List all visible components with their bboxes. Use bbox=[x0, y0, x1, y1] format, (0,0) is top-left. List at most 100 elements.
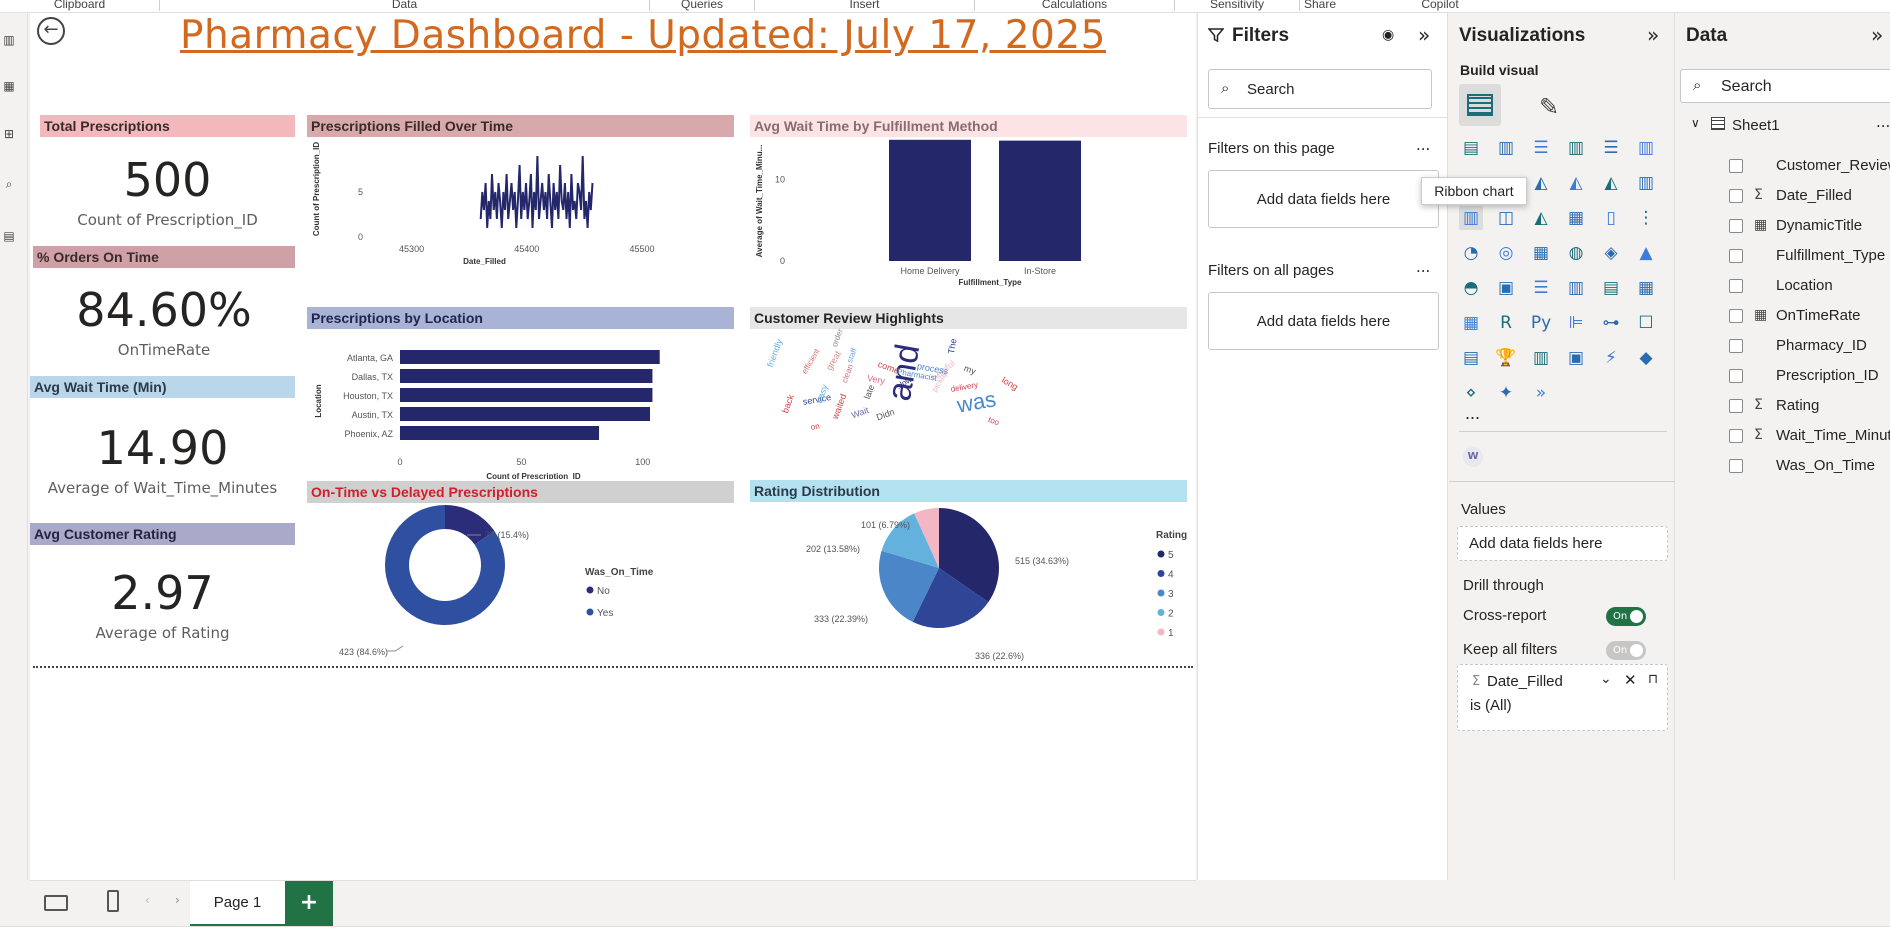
field-checkbox[interactable] bbox=[1729, 429, 1743, 443]
field-checkbox[interactable] bbox=[1729, 339, 1743, 353]
visual-type-icon[interactable]: ▣ bbox=[1494, 276, 1518, 300]
visual-type-icon[interactable]: ▦ bbox=[1459, 311, 1483, 335]
word-cloud-icon[interactable]: W bbox=[1463, 447, 1483, 467]
data-search-input[interactable]: ⌕ Search bbox=[1680, 69, 1890, 103]
table-more-icon[interactable]: ... bbox=[1876, 113, 1890, 131]
ribbon-group-copilot[interactable]: Copilot bbox=[1385, 0, 1495, 11]
kpi-card-total-prescriptions[interactable]: 500 Count of Prescription_ID bbox=[40, 153, 295, 229]
field-checkbox[interactable] bbox=[1729, 189, 1743, 203]
visual-type-icon[interactable]: Py bbox=[1529, 311, 1553, 335]
visual-type-icon[interactable]: ▣ bbox=[1564, 346, 1588, 370]
chevron-down-icon[interactable]: ⌄ bbox=[1600, 671, 1612, 687]
eye-icon[interactable]: ◉ bbox=[1382, 27, 1394, 43]
field-checkbox[interactable] bbox=[1729, 159, 1743, 173]
visual-type-icon[interactable]: ▦ bbox=[1634, 276, 1658, 300]
visual-type-icon[interactable]: ▤ bbox=[1459, 346, 1483, 370]
visual-type-icon[interactable]: ⋮ bbox=[1634, 206, 1658, 230]
visual-type-icon[interactable]: ✦ bbox=[1494, 381, 1518, 405]
model-view-icon[interactable]: ⊞ bbox=[0, 123, 18, 145]
visual-type-icon[interactable]: ◫ bbox=[1494, 206, 1518, 230]
visual-type-icon[interactable]: ⊶ bbox=[1599, 311, 1623, 335]
visual-type-icon[interactable]: ◎ bbox=[1494, 241, 1518, 265]
visual-type-icon[interactable]: ▥ bbox=[1634, 136, 1658, 160]
ribbon-group-clipboard[interactable]: Clipboard bbox=[0, 0, 160, 11]
build-visual-tab[interactable] bbox=[1459, 84, 1501, 126]
column-chart-wait-by-method[interactable]: 0 10 Home Delivery In-StoreFulfillment_Type… bbox=[750, 139, 1187, 304]
field-name[interactable]: DynamicTitle bbox=[1776, 217, 1862, 234]
values-dropzone[interactable]: Add data fields here bbox=[1457, 526, 1668, 561]
visual-type-icon[interactable]: ☰ bbox=[1529, 136, 1553, 160]
ribbon-group-insert[interactable]: Insert bbox=[755, 0, 975, 11]
collapse-filters-icon[interactable]: » bbox=[1418, 23, 1430, 47]
word-cloud-review-highlights[interactable]: and was friendly staff great efficient order he… bbox=[750, 327, 1050, 479]
kpi-card-avg-wait-time[interactable]: 14.90 Average of Wait_Time_Minutes bbox=[30, 421, 295, 497]
visual-type-icon[interactable]: ◈ bbox=[1599, 241, 1623, 265]
previous-page-icon[interactable]: ‹ bbox=[145, 893, 150, 907]
field-checkbox[interactable] bbox=[1729, 279, 1743, 293]
field-name[interactable]: Was_On_Time bbox=[1776, 457, 1875, 474]
field-name[interactable]: Location bbox=[1776, 277, 1833, 294]
visual-type-icon[interactable]: ⚡ bbox=[1599, 346, 1623, 370]
visual-type-icon[interactable]: ⊫ bbox=[1564, 311, 1588, 335]
collapse-viz-icon[interactable]: » bbox=[1647, 23, 1659, 47]
visual-type-icon[interactable]: ▥ bbox=[1564, 136, 1588, 160]
visual-type-icon[interactable]: » bbox=[1529, 381, 1553, 405]
field-checkbox[interactable] bbox=[1729, 459, 1743, 473]
ribbon-group-data[interactable]: Data bbox=[160, 0, 650, 11]
visual-type-icon[interactable]: R bbox=[1494, 311, 1518, 335]
visual-type-icon[interactable]: ◍ bbox=[1564, 241, 1588, 265]
visual-type-icon[interactable]: ▦ bbox=[1529, 241, 1553, 265]
field-name[interactable]: Wait_Time_Minutes bbox=[1776, 427, 1890, 444]
add-page-button[interactable]: + bbox=[285, 881, 333, 927]
collapse-data-icon[interactable]: » bbox=[1871, 23, 1883, 47]
visual-type-icon[interactable]: ▤ bbox=[1459, 136, 1483, 160]
visual-type-icon[interactable]: ☐ bbox=[1634, 311, 1658, 335]
field-name[interactable]: Fulfillment_Type bbox=[1776, 247, 1885, 264]
filters-all-pages-dropzone[interactable]: Add data fields here bbox=[1208, 292, 1439, 350]
visual-type-icon[interactable]: ☰ bbox=[1529, 276, 1553, 300]
back-arrow-icon[interactable]: ← bbox=[37, 17, 65, 45]
pie-chart-rating-distribution[interactable]: 515 (34.63%) 336 (22.6%) 333 (22.39%) 202 (… bbox=[750, 504, 1187, 664]
dax-query-view-icon[interactable]: ⌕ bbox=[0, 173, 18, 195]
visual-type-icon[interactable]: ◔ bbox=[1459, 241, 1483, 265]
mobile-layout-icon[interactable] bbox=[107, 890, 119, 912]
field-name[interactable]: Prescription_ID bbox=[1776, 367, 1879, 384]
drill-through-filter-card[interactable]: Σ Date_Filled ⌄ ✕ ⊓ is (All) bbox=[1457, 664, 1668, 731]
ribbon-group-sensitivity[interactable]: Sensitivity bbox=[1175, 0, 1300, 11]
ribbon-group-share[interactable]: Share bbox=[1300, 0, 1340, 11]
visual-type-icon[interactable]: 🏆 bbox=[1494, 346, 1518, 370]
visual-type-icon[interactable]: ◭ bbox=[1529, 206, 1553, 230]
tab-page-1[interactable]: Page 1 bbox=[190, 881, 285, 927]
filters-on-page-dropzone[interactable]: Add data fields here bbox=[1208, 170, 1439, 228]
visual-type-icon[interactable]: ▲ bbox=[1634, 241, 1658, 265]
field-name[interactable]: Pharmacy_ID bbox=[1776, 337, 1867, 354]
field-checkbox[interactable] bbox=[1729, 249, 1743, 263]
filters-all-pages-more-icon[interactable]: ... bbox=[1416, 258, 1430, 276]
field-checkbox[interactable] bbox=[1729, 399, 1743, 413]
field-checkbox[interactable] bbox=[1729, 219, 1743, 233]
donut-chart-ontime-vs-delayed[interactable]: 77 (15.4%) 423 (84.6%) Was_On_Time No Yes bbox=[307, 505, 734, 665]
ribbon-group-calculations[interactable]: Calculations bbox=[975, 0, 1175, 11]
visual-type-icon[interactable]: ◭ bbox=[1564, 171, 1588, 195]
table-name-sheet1[interactable]: Sheet1 bbox=[1732, 117, 1780, 134]
table-view-icon[interactable]: ▦ bbox=[0, 75, 18, 97]
tmdl-view-icon[interactable]: ▤ bbox=[0, 225, 18, 247]
report-view-icon[interactable]: ▥ bbox=[0, 29, 18, 51]
next-page-icon[interactable]: › bbox=[175, 893, 180, 907]
visual-type-icon[interactable]: ⋄ bbox=[1459, 381, 1483, 405]
field-checkbox[interactable] bbox=[1729, 309, 1743, 323]
visual-type-icon[interactable]: ▦ bbox=[1564, 206, 1588, 230]
visual-type-icon[interactable]: ▥ bbox=[1564, 276, 1588, 300]
field-name[interactable]: OnTimeRate bbox=[1776, 307, 1860, 324]
visual-type-icon[interactable]: ◓ bbox=[1459, 276, 1483, 300]
kpi-card-avg-customer-rating[interactable]: 2.97 Average of Rating bbox=[30, 566, 295, 642]
desktop-layout-icon[interactable] bbox=[44, 895, 68, 911]
chevron-down-icon[interactable]: ∨ bbox=[1691, 116, 1700, 130]
visual-type-icon[interactable]: ☰ bbox=[1599, 136, 1623, 160]
visual-type-icon[interactable]: ▥ bbox=[1634, 171, 1658, 195]
visual-type-icon[interactable]: ▤ bbox=[1599, 276, 1623, 300]
visual-type-icon[interactable]: ▥ bbox=[1459, 206, 1483, 230]
visual-type-icon[interactable]: ◆ bbox=[1634, 346, 1658, 370]
lock-icon[interactable]: ⊓ bbox=[1648, 672, 1658, 687]
line-chart-filled-over-time[interactable]: 0 5 45300 45400 45500 Date_Filled Count of Pre… bbox=[307, 139, 734, 304]
